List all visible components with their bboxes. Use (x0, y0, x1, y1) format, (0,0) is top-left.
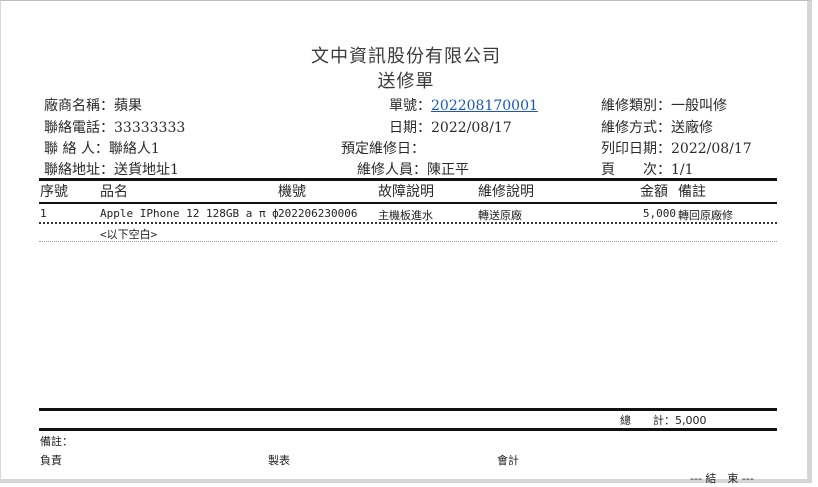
row-name: Apple IPhone 12 128GB a π ф (100, 207, 279, 220)
address-label: 聯絡地址： (44, 162, 114, 178)
row-seq: 1 (40, 207, 47, 220)
row-repair: 轉送原廠 (478, 209, 522, 222)
staff-label: 維修人員： (357, 162, 427, 178)
vendor-label: 廠商名稱： (44, 98, 114, 114)
order-no-link[interactable]: 202208170001 (431, 98, 538, 114)
date-field: 日期：2022/08/17 (389, 117, 512, 137)
responsible-label: 負責 (40, 454, 62, 467)
address-field: 聯絡地址：送貨地址1 (44, 159, 179, 179)
column-header-repair: 維修說明 (478, 184, 534, 200)
column-header-serial: 機號 (278, 184, 306, 200)
table-header-rule (39, 202, 777, 204)
page-field: 頁 次：1/1 (601, 159, 694, 179)
column-header-fault: 故障說明 (378, 184, 434, 200)
print-date-label: 列印日期： (601, 141, 671, 157)
row-fault: 主機板進水 (378, 209, 433, 222)
total-value: 5,000 (675, 414, 707, 427)
phone-label: 聯絡電話： (44, 120, 114, 136)
document-title: 送修單 (377, 71, 435, 92)
total-field: 總 計：5,000 (620, 412, 707, 428)
contact-value: 聯絡人1 (108, 141, 160, 157)
repair-method-value: 送廠修 (671, 120, 713, 136)
remarks-label: 備註： (40, 435, 73, 448)
date-label: 日期： (389, 120, 431, 136)
contact-field: 聯 絡 人：聯絡人1 (44, 138, 160, 158)
phone-field: 聯絡電話：33333333 (44, 117, 185, 137)
due-date-field: 預定維修日： (341, 138, 425, 158)
due-date-label: 預定維修日： (341, 141, 425, 157)
row-serial: 202206230006 (278, 207, 358, 220)
company-name: 文中資訊股份有限公司 (311, 46, 501, 67)
accounting-label: 會計 (497, 454, 519, 467)
prepared-label: 製表 (268, 454, 290, 467)
vendor-value: 蘋果 (114, 98, 142, 114)
end-label: --- 結 束 --- (690, 472, 754, 485)
order-no-field: 單號：202208170001 (389, 95, 538, 115)
phone-value: 33333333 (114, 120, 186, 136)
print-date-field: 列印日期：2022/08/17 (601, 138, 752, 158)
repair-method-field: 維修方式：送廠修 (601, 117, 713, 137)
blank-note: <以下空白> (100, 228, 158, 241)
column-header-note: 備註 (678, 184, 706, 200)
total-top-rule (39, 408, 777, 411)
row-separator (39, 222, 777, 224)
column-header-name: 品名 (100, 184, 128, 200)
staff-field: 維修人員：陳正平 (357, 159, 469, 179)
row-amount: 5,000 (642, 207, 676, 220)
row-note: 轉回原廠修 (678, 209, 733, 222)
address-value: 送貨地址1 (114, 162, 179, 178)
page-label: 頁 次： (601, 162, 671, 178)
total-bottom-rule (39, 428, 777, 431)
page-value: 1/1 (671, 162, 694, 178)
contact-label: 聯 絡 人： (44, 141, 109, 157)
vendor-field: 廠商名稱：蘋果 (44, 95, 142, 115)
blank-separator (39, 241, 777, 242)
staff-value: 陳正平 (427, 162, 469, 178)
column-header-seq: 序號 (40, 184, 68, 200)
repair-type-label: 維修類別： (601, 98, 671, 114)
order-no-label: 單號： (389, 98, 431, 114)
repair-type-value: 一般叫修 (671, 98, 727, 114)
column-header-amount: 金額 (640, 184, 668, 200)
date-value: 2022/08/17 (431, 120, 512, 136)
print-date-value: 2022/08/17 (671, 141, 752, 157)
repair-method-label: 維修方式： (601, 120, 671, 136)
repair-type-field: 維修類別：一般叫修 (601, 95, 727, 115)
total-label: 總 計： (620, 414, 675, 427)
